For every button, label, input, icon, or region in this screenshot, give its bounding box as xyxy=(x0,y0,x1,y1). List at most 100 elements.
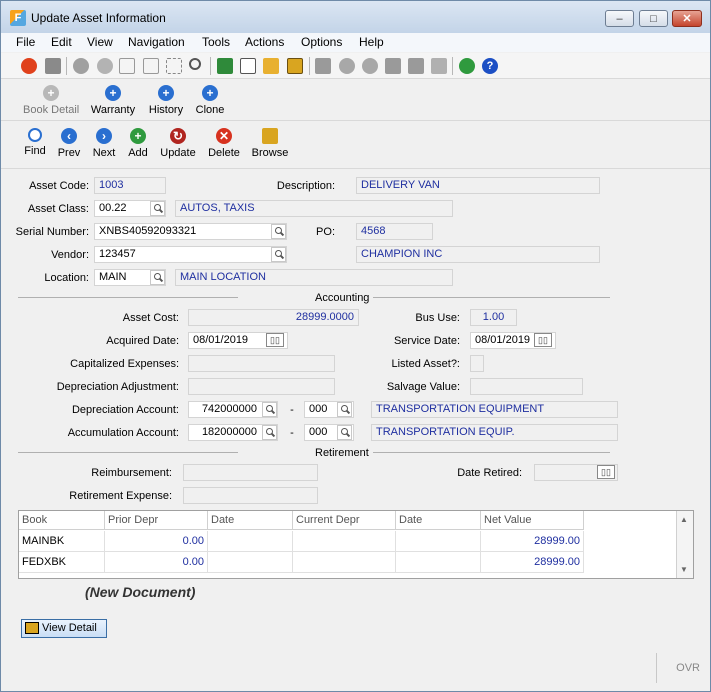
paste-icon[interactable] xyxy=(143,58,159,74)
location-lookup-icon[interactable] xyxy=(150,270,165,285)
history-button[interactable]: + History xyxy=(146,85,186,116)
cell-prior-depr[interactable]: 0.00 xyxy=(105,552,208,573)
salvage-value-field[interactable] xyxy=(470,378,583,395)
book-detail-button[interactable]: + Book Detail xyxy=(23,85,79,116)
warranty-button[interactable]: + Warranty xyxy=(89,85,137,116)
add-button[interactable]: + Add xyxy=(125,128,151,159)
location-label: Location: xyxy=(44,272,89,284)
serial-lookup-icon[interactable] xyxy=(271,224,286,239)
vendor-field[interactable]: 123457 xyxy=(94,246,287,263)
asset-cost-field[interactable]: 28999.0000 xyxy=(188,309,359,326)
next-button[interactable]: › Next xyxy=(90,128,118,159)
cell-date-2[interactable] xyxy=(396,552,481,573)
cell-book[interactable]: MAINBK xyxy=(19,531,105,552)
close-button[interactable]: ✕ xyxy=(672,10,702,27)
exit-icon[interactable] xyxy=(21,58,37,74)
asset-cost-label: Asset Cost: xyxy=(122,312,179,324)
up-icon[interactable] xyxy=(362,58,378,74)
menu-options[interactable]: Options xyxy=(301,35,342,49)
grid-scrollbar[interactable]: ▲ ▼ xyxy=(676,511,693,578)
column-header-book[interactable]: Book xyxy=(19,511,105,530)
help-icon[interactable]: ? xyxy=(482,58,498,74)
chart-icon[interactable] xyxy=(459,58,475,74)
notes-icon[interactable] xyxy=(217,58,233,74)
select-all-icon[interactable] xyxy=(166,58,182,74)
report-icon[interactable] xyxy=(431,58,447,74)
find-button[interactable]: Find xyxy=(21,128,49,157)
accumulation-account-lookup-icon[interactable] xyxy=(262,425,277,440)
browse-button[interactable]: Browse xyxy=(250,128,290,159)
cell-date-2[interactable] xyxy=(396,531,481,552)
print-icon[interactable] xyxy=(45,58,61,74)
menu-edit[interactable]: Edit xyxy=(51,35,72,49)
scroll-down-icon[interactable]: ▼ xyxy=(680,565,688,574)
cell-date[interactable] xyxy=(208,531,293,552)
plus-icon: + xyxy=(202,85,218,101)
edit-doc-icon[interactable] xyxy=(263,58,279,74)
delete-button[interactable]: ✕ Delete xyxy=(205,128,243,159)
calendar-icon[interactable]: ▯▯ xyxy=(266,333,284,347)
copy-icon[interactable] xyxy=(119,58,135,74)
accept-icon[interactable] xyxy=(73,58,89,74)
scroll-up-icon[interactable]: ▲ xyxy=(680,515,688,524)
find-icon[interactable] xyxy=(189,58,201,70)
vendor-lookup-icon[interactable] xyxy=(271,247,286,262)
menu-view[interactable]: View xyxy=(87,35,113,49)
cell-current-depr[interactable] xyxy=(293,552,396,573)
cell-book[interactable]: FEDXBK xyxy=(19,552,105,573)
calendar-icon[interactable] xyxy=(287,58,303,74)
column-header-net-value[interactable]: Net Value xyxy=(481,511,584,530)
update-button[interactable]: ↻ Update xyxy=(158,128,198,159)
capitalized-expenses-field[interactable] xyxy=(188,355,335,372)
maximize-button[interactable]: □ xyxy=(639,10,668,27)
view-detail-button[interactable]: View Detail xyxy=(21,619,107,638)
cell-net-value[interactable]: 28999.00 xyxy=(481,531,584,552)
menu-navigation[interactable]: Navigation xyxy=(128,35,185,49)
export-icon[interactable] xyxy=(408,58,424,74)
asset-code-label: Asset Code: xyxy=(29,180,89,192)
first-record-icon[interactable] xyxy=(315,58,331,74)
folder-icon xyxy=(262,128,278,144)
bus-use-field[interactable]: 1.00 xyxy=(470,309,517,326)
attachment-icon[interactable] xyxy=(240,58,256,74)
prev-button[interactable]: ‹ Prev xyxy=(55,128,83,159)
accumulation-sub-lookup-icon[interactable] xyxy=(337,425,352,440)
po-field[interactable]: 4568 xyxy=(356,223,433,240)
depreciation-sub-lookup-icon[interactable] xyxy=(337,402,352,417)
reimbursement-label: Reimbursement: xyxy=(91,467,172,479)
menu-help[interactable]: Help xyxy=(359,35,384,49)
description-field[interactable]: DELIVERY VAN xyxy=(356,177,600,194)
cell-date[interactable] xyxy=(208,552,293,573)
delete-x-icon: ✕ xyxy=(216,128,232,144)
depreciation-adjustment-field[interactable] xyxy=(188,378,335,395)
listed-asset-checkbox[interactable] xyxy=(470,355,484,372)
cell-current-depr[interactable] xyxy=(293,531,396,552)
document-status: (New Document) xyxy=(85,584,196,600)
column-header-current-depr[interactable]: Current Depr xyxy=(293,511,396,530)
column-header-date-2[interactable]: Date xyxy=(396,511,481,530)
menu-actions[interactable]: Actions xyxy=(245,35,284,49)
import-icon[interactable] xyxy=(385,58,401,74)
column-header-prior-depr[interactable]: Prior Depr xyxy=(105,511,208,530)
retirement-expense-field[interactable] xyxy=(183,487,318,504)
reimbursement-field[interactable] xyxy=(183,464,318,481)
calendar-icon[interactable]: ▯▯ xyxy=(597,465,615,479)
cancel-icon[interactable] xyxy=(97,58,113,74)
menu-tools[interactable]: Tools xyxy=(202,35,230,49)
calendar-icon[interactable]: ▯▯ xyxy=(534,333,552,347)
down-icon[interactable] xyxy=(339,58,355,74)
serial-number-field[interactable]: XNBS40592093321 xyxy=(94,223,287,240)
clone-button[interactable]: + Clone xyxy=(193,85,227,116)
plus-icon: + xyxy=(130,128,146,144)
asset-class-lookup-icon[interactable] xyxy=(150,201,165,216)
menu-file[interactable]: File xyxy=(16,35,35,49)
minimize-button[interactable]: ‒ xyxy=(605,10,634,27)
asset-code-field[interactable]: 1003 xyxy=(94,177,166,194)
cell-net-value[interactable]: 28999.00 xyxy=(481,552,584,573)
depreciation-account-lookup-icon[interactable] xyxy=(262,402,277,417)
refresh-icon: ↻ xyxy=(170,128,186,144)
salvage-value-label: Salvage Value: xyxy=(386,381,460,393)
arrow-right-icon: › xyxy=(96,128,112,144)
cell-prior-depr[interactable]: 0.00 xyxy=(105,531,208,552)
column-header-date[interactable]: Date xyxy=(208,511,293,530)
